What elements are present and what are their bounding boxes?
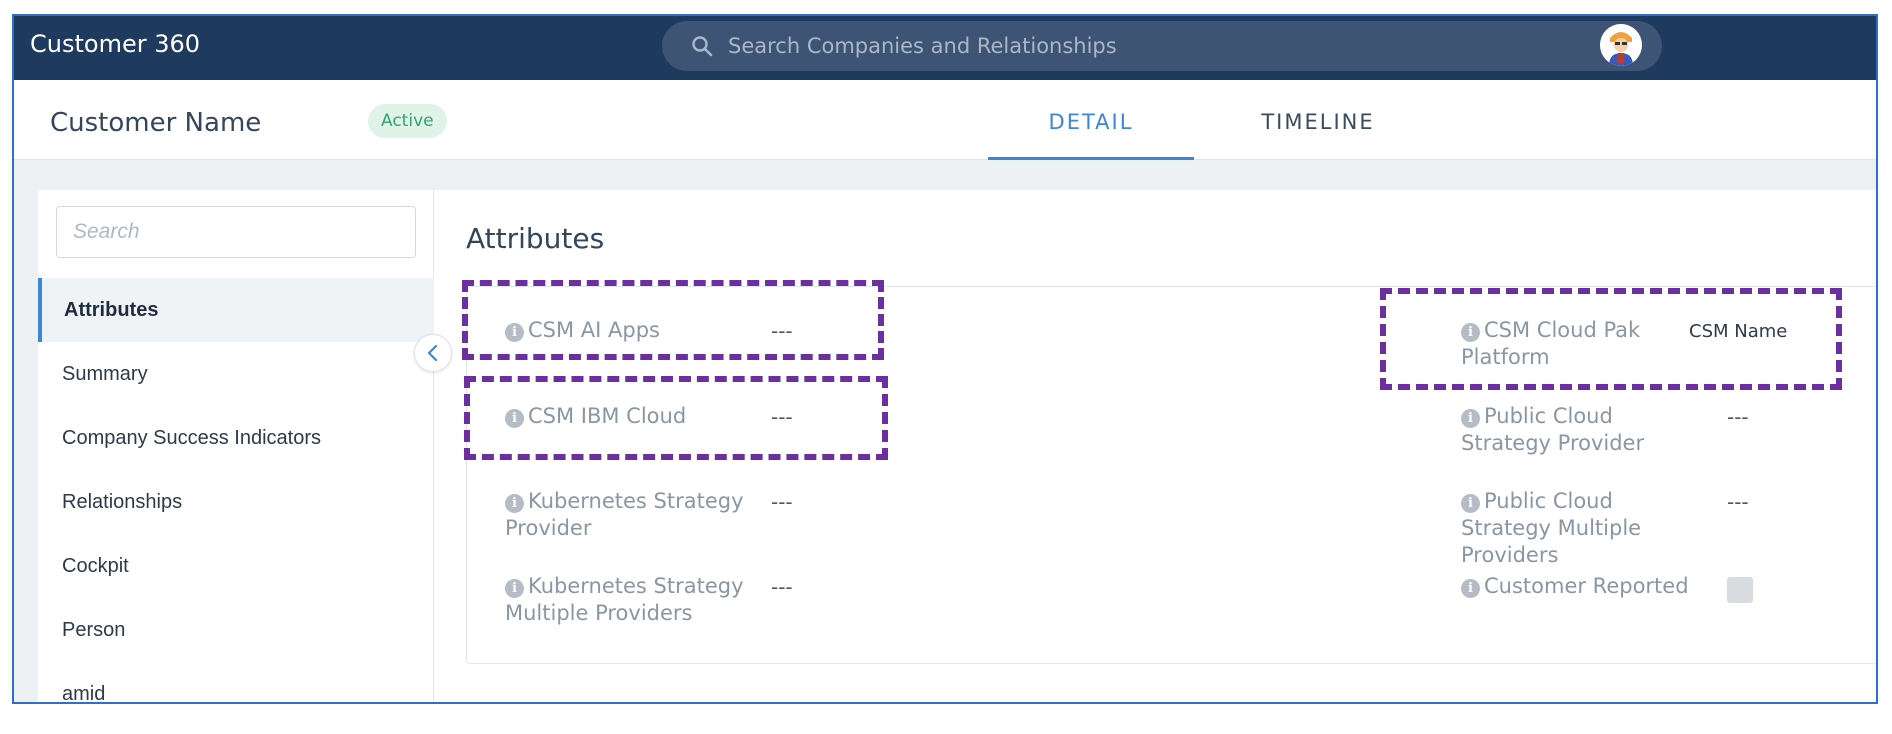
customer-name: Customer Name (50, 108, 262, 138)
sidebar: Search Attributes Summary Company Succes… (38, 190, 434, 702)
sidebar-search-placeholder: Search (73, 220, 140, 243)
top-bar: Customer 360 Search Companies and Relati… (14, 16, 1876, 80)
info-icon[interactable]: i (505, 579, 524, 598)
info-icon[interactable]: i (505, 494, 524, 513)
status-badge: Active (368, 104, 447, 138)
info-icon[interactable]: i (1461, 409, 1480, 428)
info-icon[interactable]: i (1461, 494, 1480, 513)
sidebar-item-summary[interactable]: Summary (38, 342, 434, 406)
customer-header: Customer Name Active DETAIL TIMELINE (14, 80, 1876, 160)
highlight-box (462, 280, 884, 360)
sidebar-item-amid[interactable]: amid (38, 662, 434, 702)
sidebar-item-attributes[interactable]: Attributes (38, 278, 434, 342)
attribute-label: i Customer Reported (1461, 573, 1697, 600)
attribute-label: i Kubernetes Strategy Multiple Providers (505, 574, 744, 625)
user-avatar[interactable] (1600, 24, 1642, 66)
sidebar-item-cockpit[interactable]: Cockpit (38, 534, 434, 598)
global-search-placeholder: Search Companies and Relationships (728, 34, 1117, 58)
sidebar-search-input[interactable]: Search (56, 206, 416, 258)
tab-timeline[interactable]: TIMELINE (1234, 102, 1402, 160)
highlight-box (464, 376, 888, 460)
sidebar-item-person[interactable]: Person (38, 598, 434, 662)
sidebar-item-company-success-indicators[interactable]: Company Success Indicators (38, 406, 434, 470)
attribute-label: i Kubernetes Strategy Provider (505, 489, 744, 540)
search-icon (690, 34, 714, 58)
collapse-sidebar-button[interactable] (414, 334, 452, 372)
section-title: Attributes (466, 222, 605, 255)
highlight-box (1380, 288, 1842, 390)
attribute-value: --- (771, 575, 793, 599)
info-icon[interactable]: i (1461, 579, 1480, 598)
sidebar-item-relationships[interactable]: Relationships (38, 470, 434, 534)
customer-reported-checkbox[interactable] (1727, 577, 1753, 603)
app-title: Customer 360 (30, 30, 201, 58)
attribute-value: --- (1727, 405, 1749, 429)
global-search-input[interactable]: Search Companies and Relationships (662, 21, 1662, 71)
tab-detail[interactable]: DETAIL (988, 102, 1194, 160)
attribute-label: i Public Cloud Strategy Provider (1461, 404, 1645, 455)
attribute-label: i Public Cloud Strategy Multiple Provider… (1461, 489, 1642, 567)
chevron-left-icon (427, 344, 438, 362)
attribute-value: --- (771, 490, 793, 514)
app-window: Customer 360 Search Companies and Relati… (12, 14, 1878, 704)
attribute-value: --- (1727, 490, 1749, 514)
